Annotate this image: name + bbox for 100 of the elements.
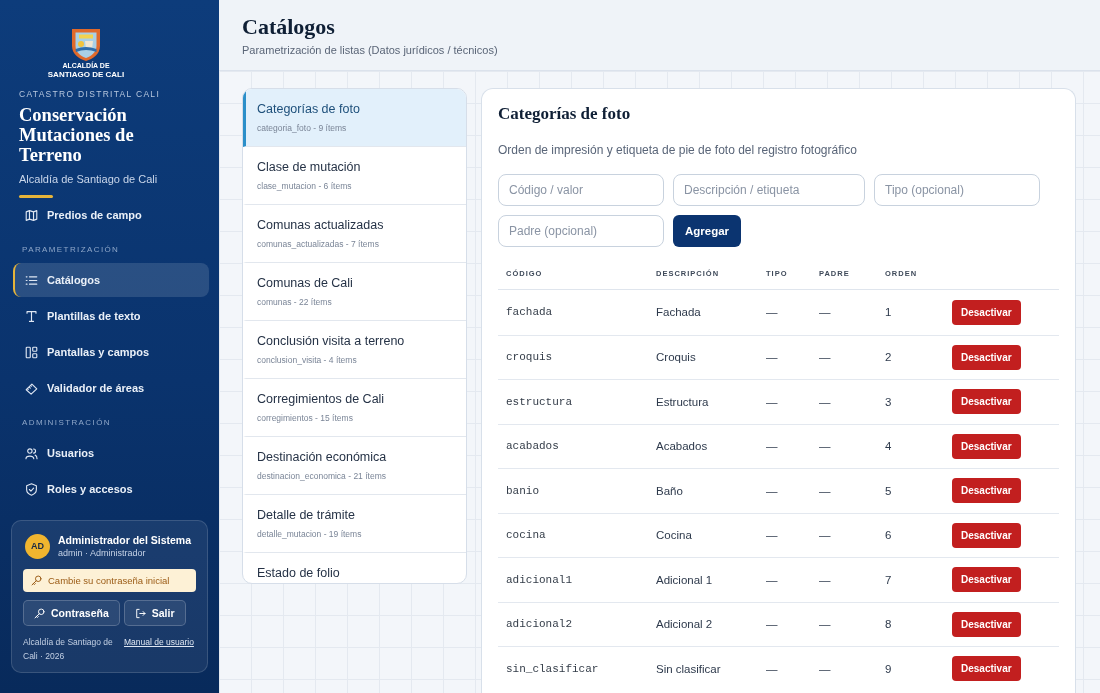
- text-input[interactable]: Código / valor: [498, 174, 664, 206]
- nav-item[interactable]: Predios de campo: [13, 198, 209, 232]
- sidebar-button[interactable]: Contraseña: [23, 600, 120, 626]
- user-role: admin · Administrador: [58, 547, 147, 559]
- section-heading: PARAMETRIZACIÓN: [22, 244, 121, 256]
- table-cell-text: 9: [884, 662, 892, 675]
- table-cell-text: Adicional 1: [655, 573, 713, 586]
- table-cell-text: —: [765, 662, 778, 675]
- table-cell-text: fachada: [505, 306, 553, 319]
- deactivate-button[interactable]: Desactivar: [952, 433, 1021, 459]
- table-cell-text: Baño: [655, 484, 683, 497]
- shield-check-icon: [25, 482, 38, 496]
- table-cell-text: —: [818, 618, 831, 631]
- table-cell-text: adicional2: [505, 618, 572, 631]
- user-name: Administrador del Sistema: [58, 533, 192, 547]
- deactivate-button[interactable]: Desactivar: [952, 656, 1021, 682]
- table-cell-text: Sin clasificar: [655, 662, 721, 675]
- table-cell-text: —: [818, 529, 831, 542]
- table-cell-text: banio: [505, 484, 539, 497]
- catalog-item[interactable]: Clase de mutación clase_mutacion - 6 ítems: [243, 147, 466, 205]
- deactivate-button[interactable]: Desactivar: [952, 478, 1021, 504]
- app-eyebrow: CATASTRO DISTRITAL CALI: [19, 88, 162, 100]
- table-cell-text: Adicional 2: [655, 618, 713, 631]
- table-cell-text: Acabados: [655, 440, 708, 453]
- deactivate-button[interactable]: Desactivar: [952, 299, 1021, 325]
- accent-bar: [19, 195, 53, 198]
- table-cell-text: —: [818, 573, 831, 586]
- table-cell-text: 4: [884, 440, 892, 453]
- table-cell-text: —: [765, 484, 778, 497]
- table-cell-text: adicional1: [505, 573, 572, 586]
- section-heading: ADMINISTRACIÓN: [22, 417, 112, 429]
- table-cell-text: —: [765, 529, 778, 542]
- ruler-icon: [25, 381, 38, 395]
- table-cell-text: —: [765, 395, 778, 408]
- catalog-item[interactable]: Comunas de Cali comunas - 22 ítems: [243, 263, 466, 321]
- table-cell-text: 7: [884, 573, 892, 586]
- detail-description: Orden de impresión y etiqueta de pie de foto del registro fotográfico: [498, 142, 858, 158]
- sidebar-button[interactable]: Salir: [123, 600, 186, 626]
- catalog-item[interactable]: Comunas actualizadas comunas_actualizadas - 7 ítems: [243, 205, 466, 263]
- table-cell-text: —: [818, 484, 831, 497]
- organization-name: Alcaldía de Santiago de Cali: [19, 172, 159, 186]
- manual-link[interactable]: Manual de usuario: [124, 635, 194, 649]
- table-cell-text: Croquis: [655, 351, 696, 364]
- deactivate-button[interactable]: Desactivar: [952, 344, 1021, 370]
- table-cell-text: —: [765, 618, 778, 631]
- nav-item[interactable]: Usuarios: [13, 436, 209, 470]
- text-input[interactable]: Tipo (opcional): [874, 174, 1040, 206]
- nav-item[interactable]: Validador de áreas: [13, 371, 209, 405]
- catalog-item[interactable]: Categorías de foto categoria_foto - 9 ítems: [243, 89, 466, 147]
- table-cell-text: croquis: [505, 351, 553, 364]
- nav-item[interactable]: Catálogos: [13, 263, 209, 297]
- table-cell-text: —: [765, 306, 778, 319]
- deactivate-button[interactable]: Desactivar: [952, 611, 1021, 637]
- catalog-item[interactable]: Detalle de trámite detalle_mutacion - 19 ítems: [243, 495, 466, 553]
- list-icon: [25, 273, 38, 287]
- nav-item[interactable]: Plantillas de texto: [13, 299, 209, 333]
- text-input[interactable]: Padre (opcional): [498, 215, 664, 247]
- table-cell-text: —: [818, 395, 831, 408]
- page-subtitle: Parametrización de listas (Datos jurídicos / técnicos): [242, 43, 499, 58]
- footer-text: Alcaldía de Santiago de Cali · 2026: [23, 636, 114, 663]
- deactivate-button[interactable]: Desactivar: [952, 389, 1021, 415]
- table-cell-text: —: [818, 662, 831, 675]
- catalog-item[interactable]: Conclusión visita a terreno conclusion_visita - 4 ítems: [243, 321, 466, 379]
- table-cell-text: —: [765, 573, 778, 586]
- table-cell-text: 8: [884, 618, 892, 631]
- table-cell-text: 2: [884, 351, 892, 364]
- layout-icon: [25, 345, 38, 359]
- table-cell-text: 3: [884, 395, 892, 408]
- page-title: Catálogos: [242, 14, 336, 40]
- table-cell-text: Estructura: [655, 395, 709, 408]
- map-icon: [25, 208, 38, 222]
- app-title: Conservación Mutaciones de Terreno: [19, 105, 135, 165]
- deactivate-button[interactable]: Desactivar: [952, 522, 1021, 548]
- table-cell-text: —: [765, 351, 778, 364]
- table-cell-text: sin_clasificar: [505, 662, 599, 675]
- nav-item[interactable]: Pantallas y campos: [13, 335, 209, 369]
- table-cell-text: —: [818, 306, 831, 319]
- table-cell-text: —: [765, 440, 778, 453]
- users-icon: [25, 446, 38, 460]
- table-cell-text: Fachada: [655, 306, 701, 319]
- catalog-item[interactable]: Corregimientos de Cali corregimientos - 15 ítems: [243, 379, 466, 437]
- table-cell-text: —: [818, 351, 831, 364]
- logo-text: SANTIAGO DE CALI: [47, 70, 125, 79]
- shield-emblem-icon: [71, 28, 101, 62]
- nav-item[interactable]: Roles y accesos: [13, 472, 209, 506]
- table-cell-text: estructura: [505, 395, 572, 408]
- table-cell-text: acabados: [505, 440, 559, 453]
- deactivate-button[interactable]: Desactivar: [952, 567, 1021, 593]
- key-icon: [31, 575, 42, 586]
- text-input[interactable]: Descripción / etiqueta: [673, 174, 865, 206]
- logout-icon: [134, 607, 146, 619]
- table-cell-text: 5: [884, 484, 892, 497]
- key-icon: [34, 607, 45, 619]
- add-button[interactable]: Agregar: [673, 215, 742, 247]
- catalog-item[interactable]: Estado de folio: [243, 553, 466, 583]
- notice-text: Cambie su contraseña inicial: [48, 575, 170, 586]
- catalog-item[interactable]: Destinación económica destinacion_economica - 21 ítems: [243, 437, 466, 495]
- detail-title: Categorías de foto: [498, 104, 632, 124]
- table-cell-text: —: [818, 440, 831, 453]
- table-cell-text: 1: [884, 306, 892, 319]
